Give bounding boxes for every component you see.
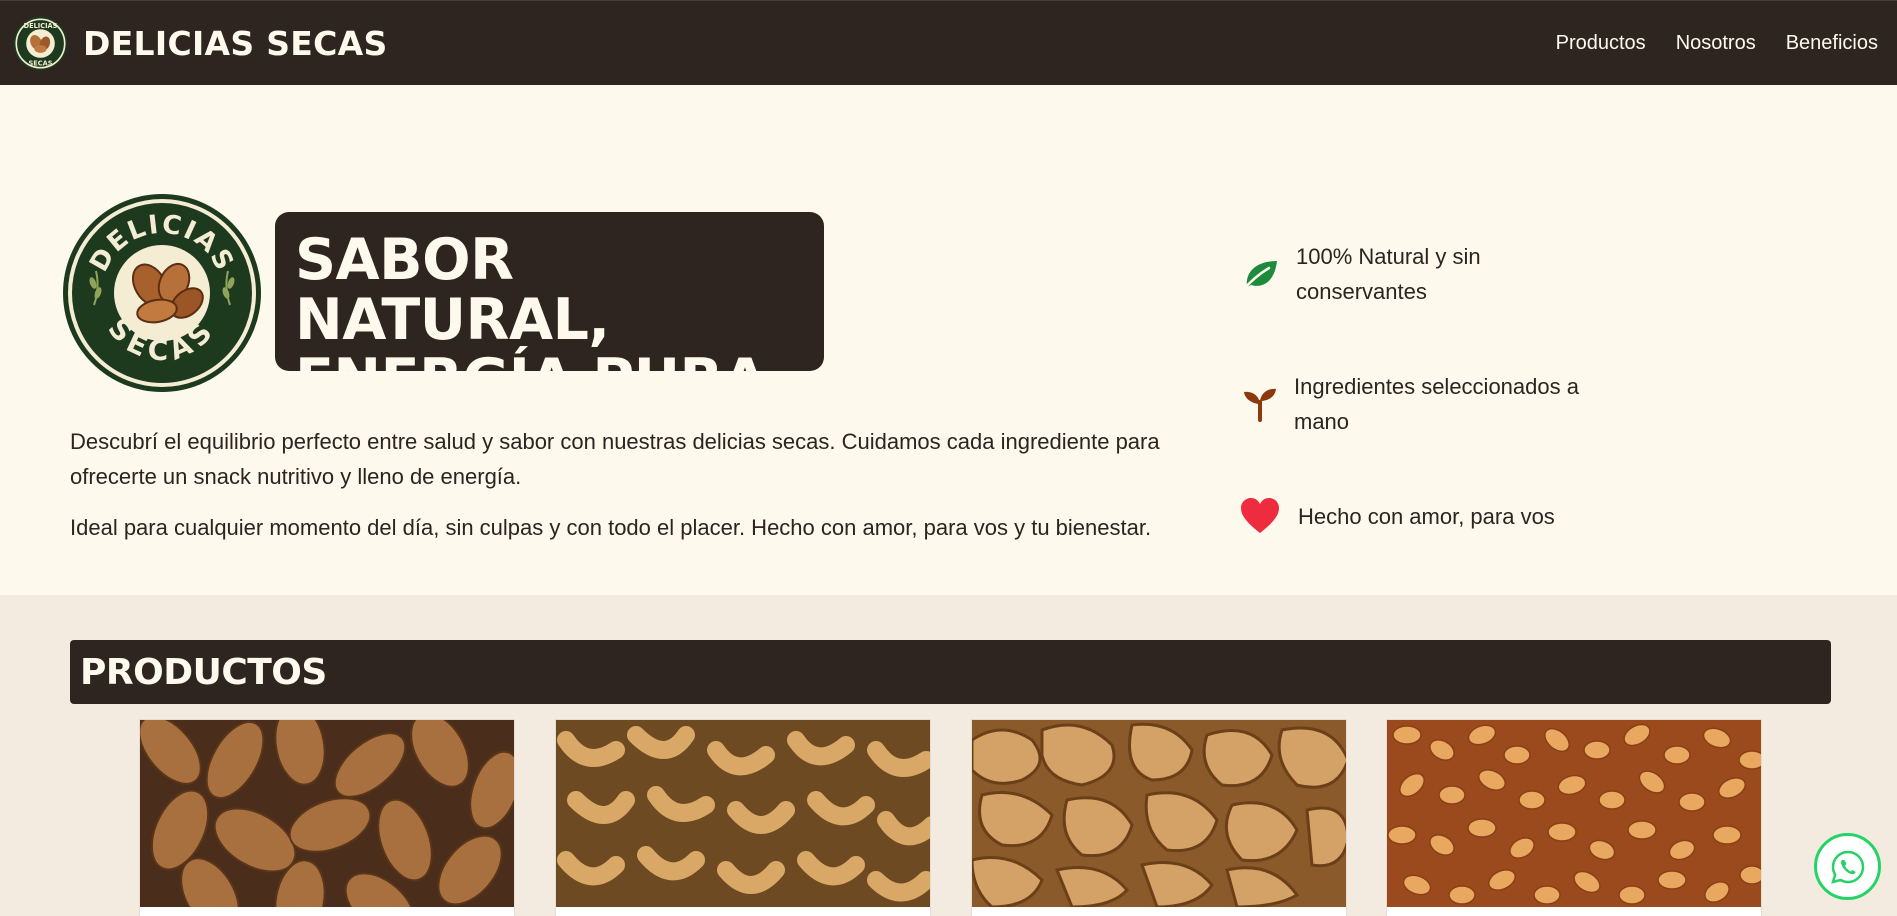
- feature-love: Hecho con amor, para vos: [1240, 496, 1555, 536]
- whatsapp-button[interactable]: [1814, 833, 1881, 900]
- almonds-image[interactable]: [140, 720, 515, 907]
- hero-title-line2: ENERGÍA PURA: [295, 347, 767, 413]
- brand-logo-top-text: DELICIAS: [24, 22, 58, 30]
- navbar: DELICIAS SECAS DELICIAS SECAS Productos …: [0, 0, 1897, 85]
- brand-logo[interactable]: DELICIAS SECAS: [13, 16, 68, 71]
- sprout-icon: [1240, 384, 1280, 424]
- product-card-almonds[interactable]: [139, 719, 515, 916]
- peanuts-image[interactable]: [1387, 720, 1762, 907]
- product-card-peanuts[interactable]: [1386, 719, 1762, 916]
- brand[interactable]: DELICIAS SECAS DELICIAS SECAS: [13, 16, 388, 71]
- products-header: PRODUCTOS: [70, 640, 1831, 704]
- feature-love-text: Hecho con amor, para vos: [1298, 503, 1555, 529]
- hero-title-line1: SABOR NATURAL,: [295, 227, 610, 353]
- nav-links: Productos Nosotros Beneficios: [1526, 1, 1878, 86]
- feature-ingredients-text: Ingredientes seleccionados a mano: [1294, 374, 1579, 434]
- nav-link-beneficios[interactable]: Beneficios: [1786, 32, 1878, 55]
- hero-logo: DELICIAS SECAS: [63, 194, 261, 392]
- heart-icon: [1240, 496, 1280, 536]
- hero-paragraph-2: Ideal para cualquier momento del día, si…: [70, 515, 1152, 540]
- walnuts-image[interactable]: [972, 720, 1347, 907]
- products-section: PRODUCTOS: [0, 595, 1897, 916]
- whatsapp-icon: [1830, 850, 1864, 884]
- products-title: PRODUCTOS: [80, 651, 327, 693]
- feature-ingredients: Ingredientes seleccionados a mano: [1240, 369, 1594, 439]
- hero-title-box: SABOR NATURAL, ENERGÍA PURA: [275, 212, 824, 410]
- product-card-cashews[interactable]: [555, 719, 931, 916]
- nav-link-nosotros[interactable]: Nosotros: [1676, 32, 1756, 55]
- hero-title: SABOR NATURAL, ENERGÍA PURA: [295, 230, 824, 410]
- nav-link-productos[interactable]: Productos: [1556, 32, 1646, 55]
- cashews-image[interactable]: [556, 720, 931, 907]
- feature-natural: 100% Natural y sin conservantes: [1240, 239, 1516, 309]
- hero-section: DELICIAS SECAS SABOR NATURAL, ENERGÍA PU…: [0, 85, 1897, 595]
- brand-logo-bottom-text: SECAS: [29, 59, 53, 67]
- hero-paragraph-1: Descubrí el equilibrio perfecto entre sa…: [70, 429, 1160, 489]
- brand-name[interactable]: DELICIAS SECAS: [83, 24, 388, 63]
- feature-natural-text: 100% Natural y sin conservantes: [1296, 244, 1481, 304]
- product-card-walnuts[interactable]: [971, 719, 1347, 916]
- leaf-icon: [1240, 254, 1280, 294]
